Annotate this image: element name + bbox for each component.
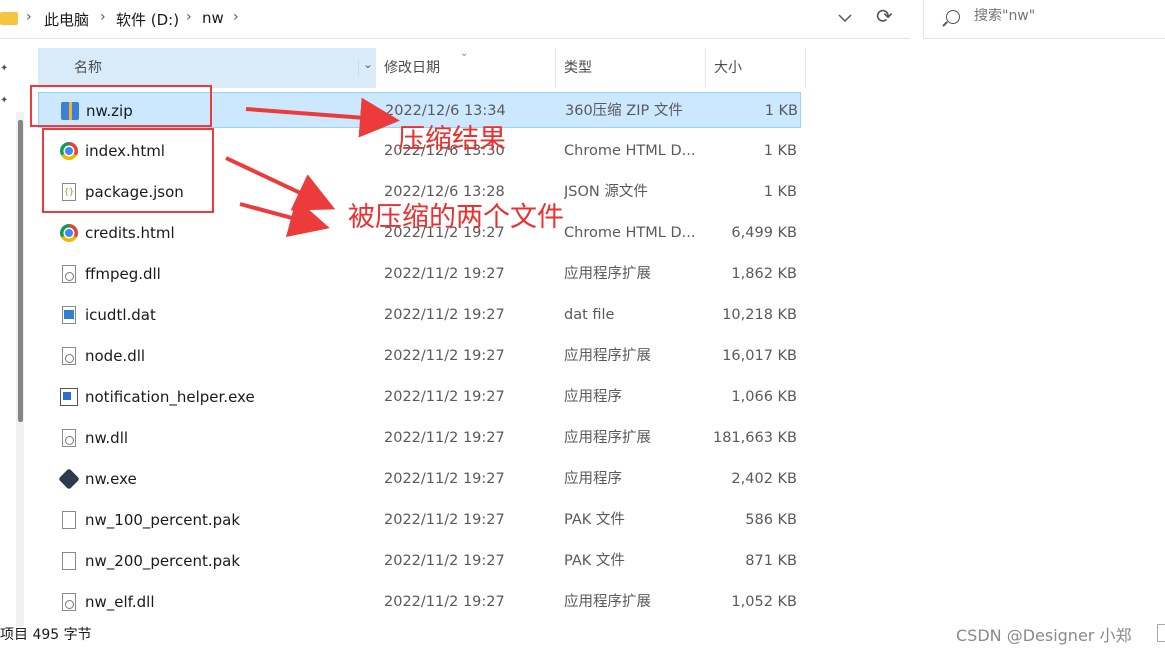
- file-size: 181,663 KB: [712, 430, 797, 446]
- file-name: nw_100_percent.pak: [85, 511, 241, 529]
- file-size: 16,017 KB: [722, 348, 797, 364]
- search-input[interactable]: [974, 8, 1154, 24]
- file-date: 2022/11/2 19:27: [384, 553, 505, 569]
- dll-icon: [62, 593, 76, 611]
- column-name[interactable]: 名称: [38, 48, 376, 88]
- chevron-right-icon: ›: [26, 9, 32, 25]
- status-text: 项目 495 字节: [0, 627, 92, 643]
- breadcrumb-item-nw[interactable]: nw: [202, 9, 224, 27]
- file-size: 871 KB: [745, 553, 797, 569]
- file-icon: [62, 552, 76, 570]
- file-row[interactable]: nw.exe 2022/11/2 19:27 应用程序 2,402 KB: [38, 461, 801, 497]
- file-size: 1 KB: [763, 143, 797, 159]
- search-icon: [946, 10, 960, 24]
- file-row[interactable]: nw_100_percent.pak 2022/11/2 19:27 PAK 文件 5…: [38, 502, 801, 538]
- sort-chevron-icon: ⌄: [460, 48, 469, 59]
- folder-icon: [0, 12, 18, 25]
- column-filter-dropdown-icon[interactable]: ⌄: [358, 58, 377, 78]
- pin-icon: ✦: [0, 95, 9, 106]
- watermark: CSDN @Designer 小郑: [956, 626, 1132, 645]
- file-date: 2022/11/2 19:27: [384, 430, 505, 446]
- file-name: node.dll: [85, 347, 146, 365]
- file-name: nw.dll: [85, 429, 129, 447]
- file-row[interactable]: notification_helper.exe 2022/11/2 19:27 应用…: [38, 379, 801, 415]
- file-name: icudtl.dat: [85, 306, 156, 324]
- file-name: notification_helper.exe: [85, 388, 255, 406]
- dll-icon: [62, 347, 76, 365]
- file-row[interactable]: nw_elf.dll 2022/11/2 19:27 应用程序扩展 1,052 KB: [38, 584, 801, 620]
- address-bar[interactable]: › 此电脑 › 软件 (D:) › nw › ⟳: [0, 0, 910, 39]
- pin-icon: ✦: [0, 63, 9, 74]
- file-row[interactable]: nw_200_percent.pak 2022/11/2 19:27 PAK 文件 8…: [38, 543, 801, 579]
- details-view-button[interactable]: [1157, 624, 1165, 642]
- file-name: nw.exe: [85, 470, 137, 488]
- file-size: 586 KB: [745, 512, 797, 528]
- file-row[interactable]: node.dll 2022/11/2 19:27 应用程序扩展 16,017 KB: [38, 338, 801, 374]
- chevron-right-icon[interactable]: ›: [100, 9, 106, 25]
- refresh-icon[interactable]: ⟳: [876, 4, 898, 32]
- file-date: 2022/11/2 19:27: [384, 307, 505, 323]
- file-row[interactable]: icudtl.dat 2022/11/2 19:27 dat file 10,218 …: [38, 297, 801, 333]
- file-size: 1,862 KB: [731, 266, 797, 282]
- chevron-right-icon[interactable]: ›: [233, 9, 239, 25]
- dat-icon: [62, 306, 76, 324]
- file-row[interactable]: ffmpeg.dll 2022/11/2 19:27 应用程序扩展 1,862 KB: [38, 256, 801, 292]
- file-date: 2022/11/2 19:27: [384, 471, 505, 487]
- file-name: nw_200_percent.pak: [85, 552, 241, 570]
- file-size: 1,066 KB: [731, 389, 797, 405]
- file-date: 2022/11/2 19:27: [384, 512, 505, 528]
- file-date: 2022/11/2 19:27: [384, 389, 505, 405]
- file-size: 1 KB: [763, 184, 797, 200]
- breadcrumb-item-drive-d[interactable]: 软件 (D:): [116, 9, 179, 30]
- column-size[interactable]: 大小: [706, 48, 806, 88]
- file-date: 2022/11/2 19:27: [384, 594, 505, 610]
- exe-icon: [60, 388, 78, 406]
- nav-scrollbar-thumb[interactable]: [18, 120, 23, 422]
- chevron-right-icon[interactable]: ›: [186, 9, 192, 25]
- nw-exe-icon: [58, 468, 80, 490]
- file-name: nw_elf.dll: [85, 593, 155, 611]
- file-size: 1 KB: [764, 103, 798, 119]
- annotation-compress-result: 压缩结果: [398, 124, 506, 155]
- chevron-down-icon[interactable]: [836, 6, 854, 30]
- annotation-compressed-files: 被压缩的两个文件: [348, 202, 564, 233]
- dll-icon: [62, 429, 76, 447]
- search-box[interactable]: [923, 0, 1165, 39]
- file-date: 2022/11/2 19:27: [384, 348, 505, 364]
- annotation-box-result: [30, 85, 212, 127]
- file-date: 2022/11/2 19:27: [384, 266, 505, 282]
- file-row[interactable]: nw.dll 2022/11/2 19:27 应用程序扩展 181,663 KB: [38, 420, 801, 456]
- file-icon: [62, 511, 76, 529]
- file-size: 2,402 KB: [731, 471, 797, 487]
- chrome-icon: [60, 224, 78, 242]
- file-name: ffmpeg.dll: [85, 265, 161, 283]
- file-size: 1,052 KB: [731, 594, 797, 610]
- dll-icon: [62, 265, 76, 283]
- file-size: 6,499 KB: [731, 225, 797, 241]
- file-size: 10,218 KB: [722, 307, 797, 323]
- column-type[interactable]: 类型: [556, 48, 706, 88]
- breadcrumb-item-this-pc[interactable]: 此电脑: [44, 9, 89, 30]
- file-name: credits.html: [85, 224, 175, 242]
- annotation-box-compressed: [42, 128, 214, 213]
